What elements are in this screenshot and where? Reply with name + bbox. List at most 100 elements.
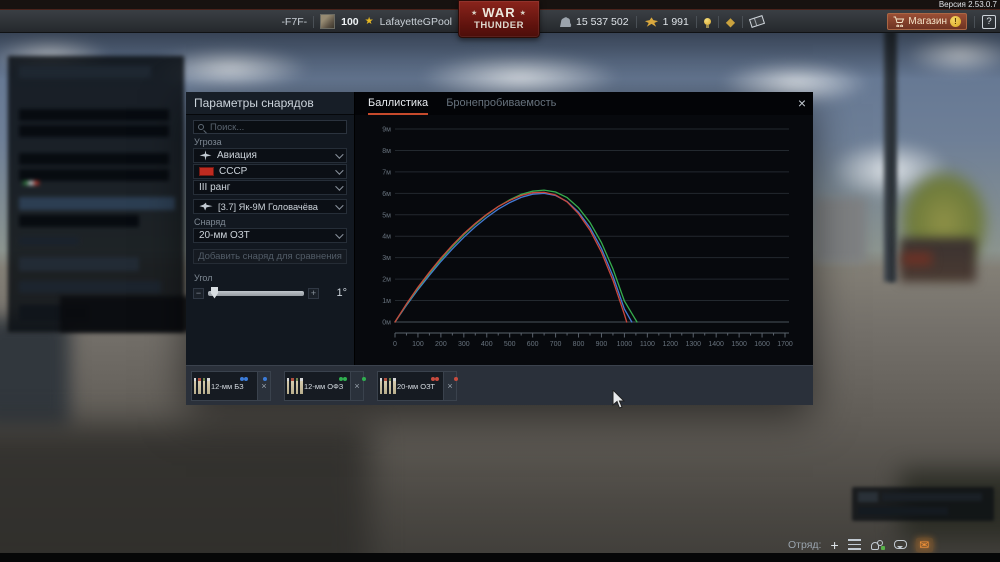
svg-text:100: 100 <box>412 341 424 348</box>
search-input[interactable] <box>208 121 342 134</box>
blurred-row <box>19 237 79 245</box>
divider <box>696 16 697 28</box>
golden-eagles-balance[interactable]: 1 991 <box>644 16 689 28</box>
chevron-down-icon <box>335 166 343 174</box>
close-icon[interactable]: × <box>798 95 806 111</box>
divider <box>974 16 975 28</box>
threat-value: Авиация <box>217 150 257 161</box>
svg-text:5м: 5м <box>382 212 391 219</box>
close-icon[interactable]: × <box>257 372 270 400</box>
angle-control: − + 1° <box>193 286 347 300</box>
shell-card-body: 12-мм ОФЗ <box>304 372 350 400</box>
svg-text:8м: 8м <box>382 148 391 155</box>
ammo-belt-icon <box>192 372 211 400</box>
ground-shadow <box>0 425 370 562</box>
ticket-icon[interactable] <box>749 15 765 28</box>
player-info[interactable]: -F7F- 100 ★ LafayetteGPool <box>281 10 452 33</box>
blurred-background-panel <box>8 56 184 332</box>
logo-star-icon: ★ <box>520 9 527 17</box>
silver-lion-icon <box>558 16 572 28</box>
search-icon <box>198 124 204 130</box>
threat-dropdown[interactable]: Авиация <box>193 148 347 163</box>
svg-text:700: 700 <box>550 341 562 348</box>
shell-dropdown[interactable]: 20-мм ОЗТ <box>193 228 347 243</box>
country-value: СССР <box>219 166 247 177</box>
silver-lions-value: 15 537 502 <box>576 16 629 28</box>
battle-tasks-icon[interactable] <box>848 539 861 550</box>
friends-icon[interactable] <box>870 539 885 550</box>
ammo-belt-icon <box>378 372 397 400</box>
aircraft-icon <box>199 150 212 161</box>
svg-text:400: 400 <box>481 341 493 348</box>
svg-text:1600: 1600 <box>754 341 770 348</box>
background-structure <box>0 318 70 428</box>
svg-text:1м: 1м <box>382 298 391 305</box>
logo-thunder-text: THUNDER <box>459 20 539 31</box>
divider <box>718 16 719 28</box>
chat-icon[interactable] <box>894 540 907 549</box>
svg-text:300: 300 <box>458 341 470 348</box>
chevron-down-icon <box>335 182 343 190</box>
svg-text:4м: 4м <box>382 234 391 241</box>
shell-card-name: 20-мм ОЗТ <box>397 382 435 391</box>
blurred-background-widget <box>852 487 994 521</box>
tab-penetration[interactable]: Бронепробиваемость <box>446 97 556 115</box>
shell-card-body: 20-мм ОЗТ <box>397 372 443 400</box>
vehicle-dropdown[interactable]: [3.7] Як-9М Головачёва <box>193 199 347 214</box>
bottom-letterbox <box>0 553 1000 562</box>
squad-label: Отряд: <box>788 539 821 551</box>
svg-text:500: 500 <box>504 341 516 348</box>
shell-card[interactable]: 12-мм ОФЗ × <box>284 371 364 401</box>
angle-minus-button[interactable]: − <box>193 288 204 299</box>
shop-button[interactable]: Магазин ! <box>887 13 967 30</box>
tab-ballistics[interactable]: Баллистика <box>368 97 428 115</box>
svg-text:1200: 1200 <box>663 341 679 348</box>
blurred-row <box>19 257 139 271</box>
shell-label: Снаряд <box>194 217 346 227</box>
blurred-row <box>19 281 161 293</box>
search-input-wrap[interactable] <box>193 120 347 134</box>
mail-icon[interactable]: ✉ <box>916 538 933 552</box>
angle-plus-button[interactable]: + <box>308 288 319 299</box>
golden-eagle-icon <box>644 16 659 28</box>
angle-value: 1° <box>323 287 347 299</box>
angle-slider-thumb[interactable] <box>211 287 218 299</box>
svg-text:6м: 6м <box>382 191 391 198</box>
shell-parameters-panel: Параметры снарядов Угроза Авиация СССР I… <box>186 92 355 365</box>
close-icon[interactable]: × <box>443 372 456 400</box>
rank-dropdown[interactable]: III ранг <box>193 180 347 195</box>
blurred-row <box>858 507 948 515</box>
rank-value: III ранг <box>199 182 230 193</box>
add-shell-compare-button[interactable]: Добавить снаряд для сравнения <box>193 249 347 264</box>
svg-text:3м: 3м <box>382 255 391 262</box>
shell-card[interactable]: 12-мм БЗ × <box>191 371 271 401</box>
shell-parameters-modal: Параметры снарядов Угроза Авиация СССР I… <box>186 92 813 405</box>
shell-card[interactable]: 20-мм ОЗТ × <box>377 371 457 401</box>
blurred-row <box>858 492 878 502</box>
svg-text:1700: 1700 <box>777 341 793 348</box>
level-star-icon: ★ <box>365 16 374 27</box>
divider <box>636 16 637 28</box>
lightbulb-icon[interactable] <box>704 18 711 25</box>
svg-text:9м: 9м <box>382 127 391 134</box>
blurred-row <box>882 493 982 501</box>
svg-text:200: 200 <box>435 341 447 348</box>
close-icon[interactable]: × <box>350 372 363 400</box>
angle-slider[interactable] <box>208 291 304 296</box>
player-avatar[interactable] <box>320 14 335 29</box>
ballistics-panel: Баллистика Бронепробиваемость × 0м1м2м3м… <box>355 92 813 365</box>
angle-label: Угол <box>194 273 346 283</box>
blurred-row <box>19 215 139 227</box>
blurred-row <box>19 125 169 137</box>
shell-value: 20-мм ОЗТ <box>199 230 250 241</box>
shell-compare-bar: 12-мм БЗ × 12-мм ОФЗ × 20-мм ОЗТ <box>186 365 813 405</box>
premium-crate-icon[interactable]: ◆ <box>726 16 735 28</box>
squad-invite-icon[interactable]: + <box>830 538 838 552</box>
help-button[interactable]: ? <box>982 15 996 29</box>
blurred-row <box>19 109 169 121</box>
country-dropdown[interactable]: СССР <box>193 164 347 179</box>
chevron-down-icon <box>335 201 343 209</box>
svg-text:1500: 1500 <box>731 341 747 348</box>
svg-text:600: 600 <box>527 341 539 348</box>
silver-lions-balance[interactable]: 15 537 502 <box>558 16 629 28</box>
